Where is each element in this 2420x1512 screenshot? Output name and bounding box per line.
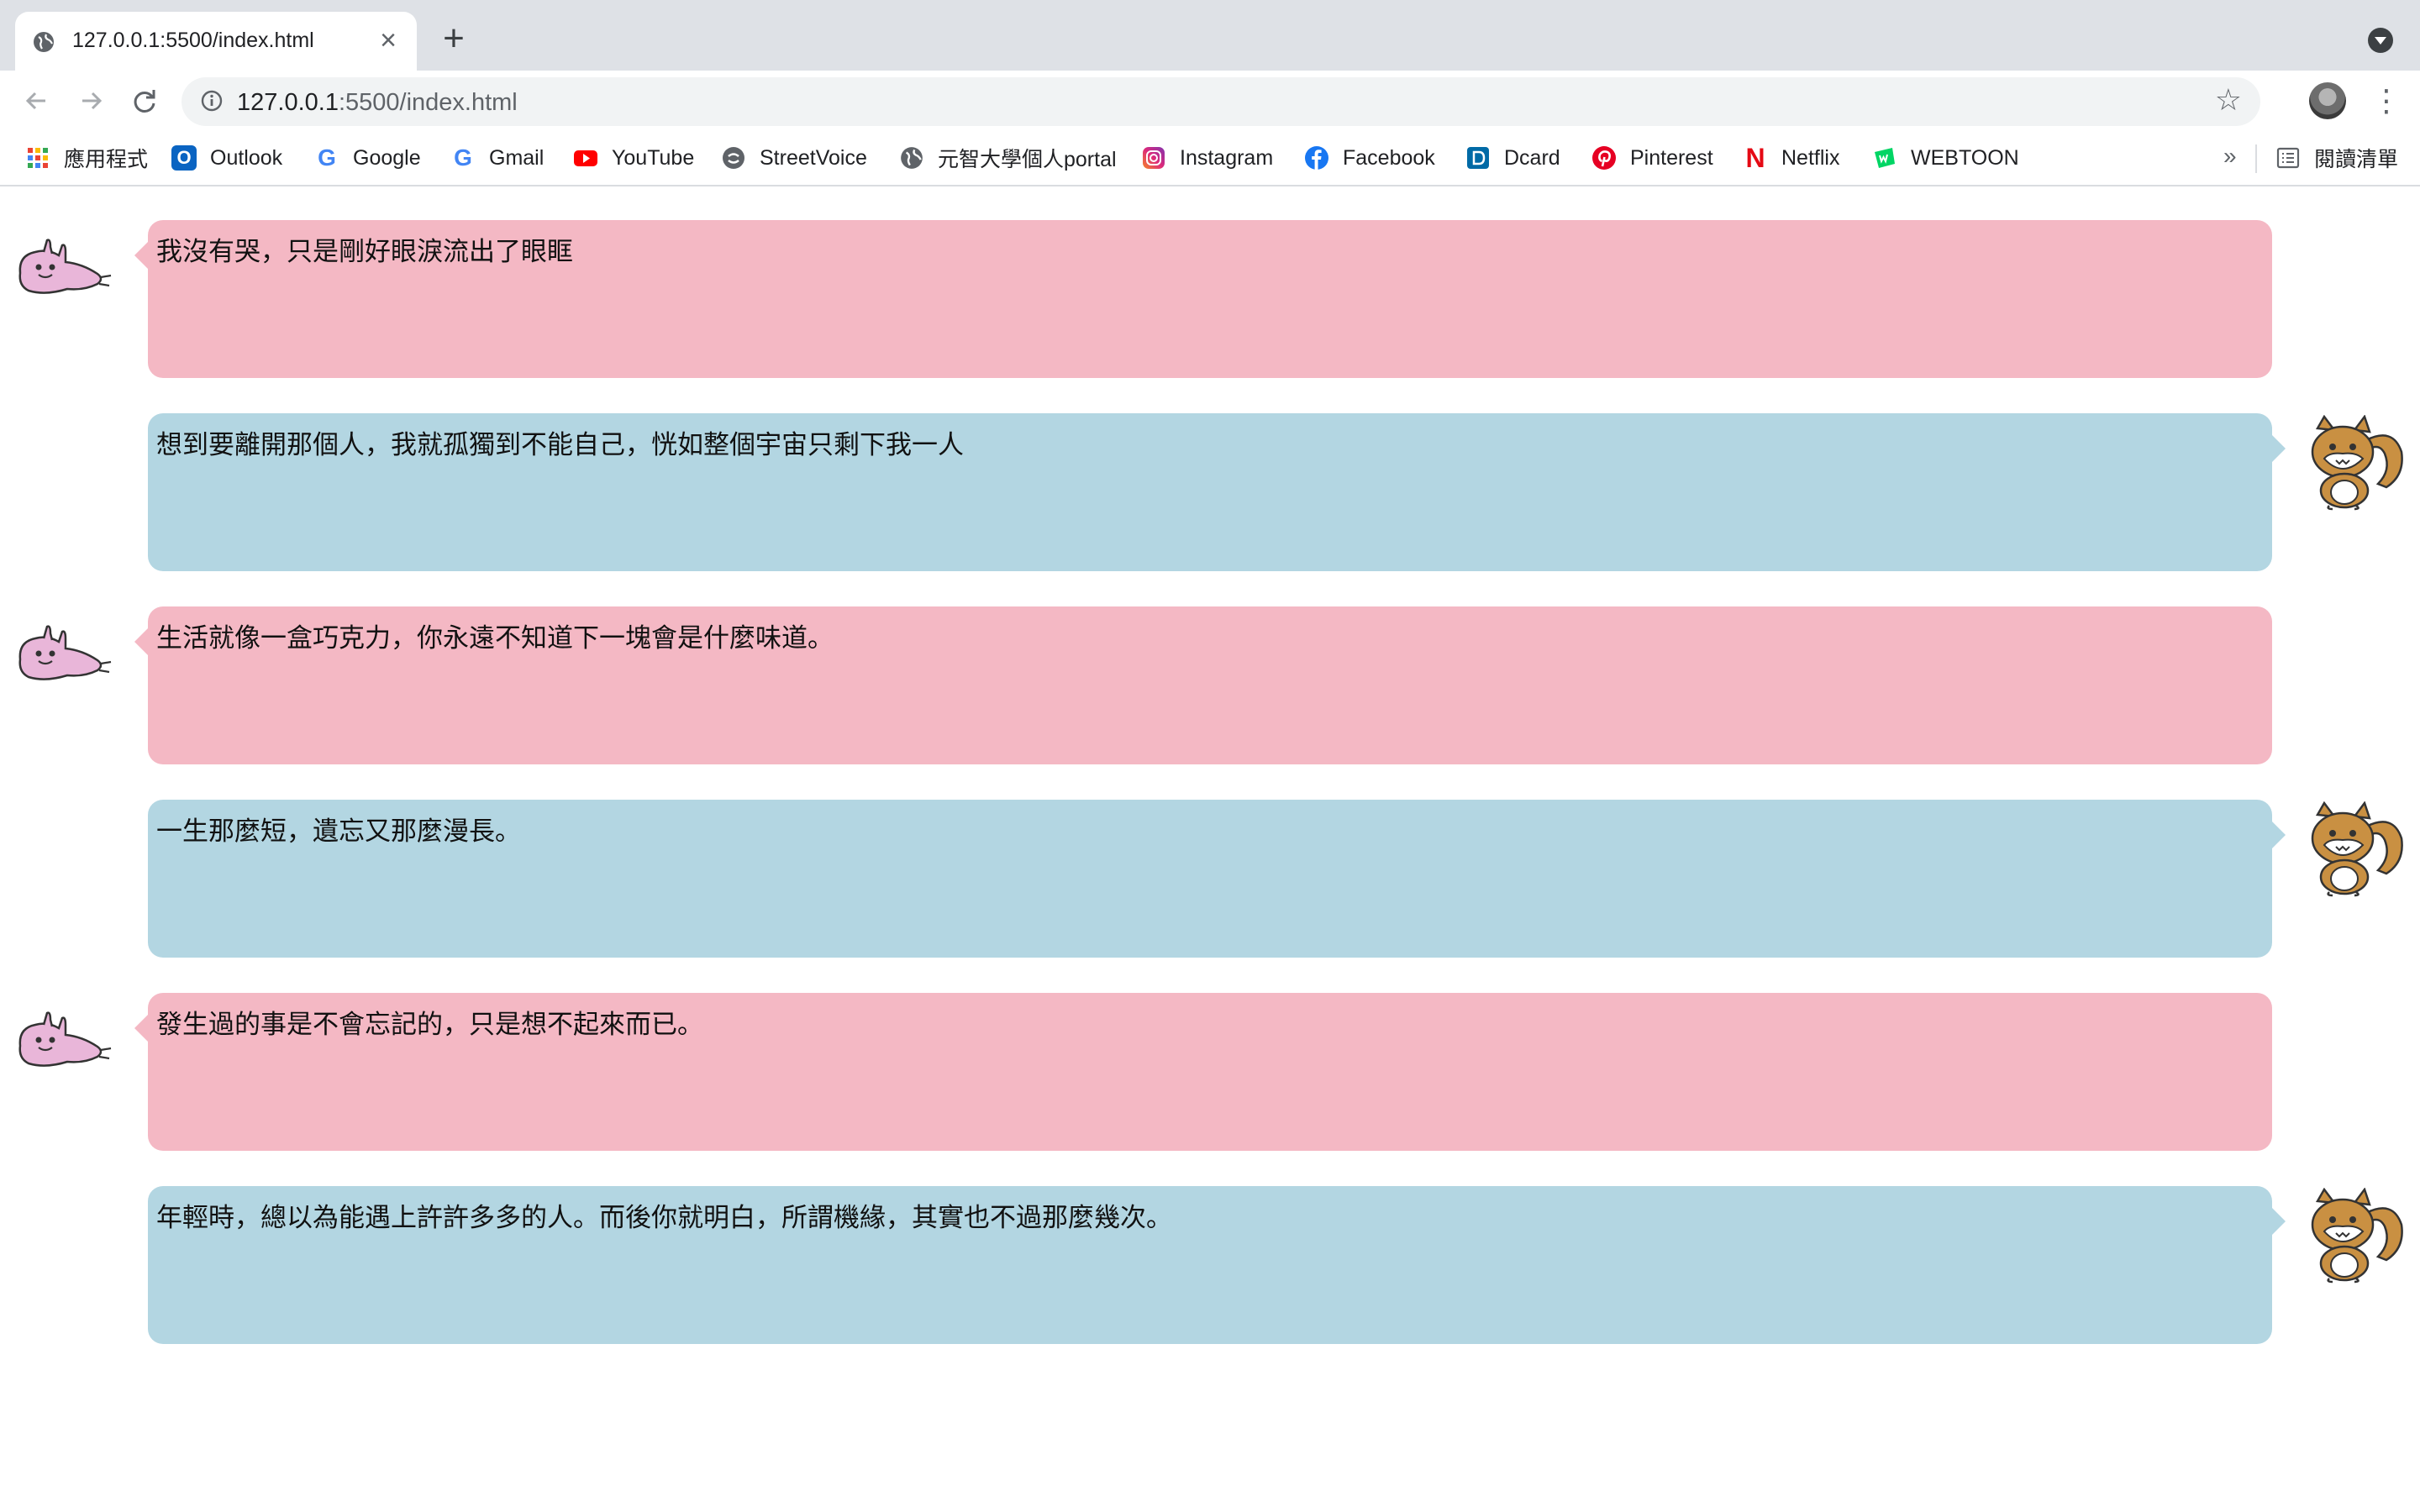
bookmark-webtoon[interactable]: WEBTOON: [1872, 139, 2019, 176]
bookmark-pinterest[interactable]: Pinterest: [1591, 139, 1713, 176]
reading-list-icon: [2276, 147, 2300, 169]
rabbit-avatar-icon: [18, 625, 112, 680]
pinterest-icon: [1592, 146, 1616, 170]
squirrel-avatar-icon: [2311, 801, 2403, 897]
bookmark-apps[interactable]: 應用程式: [25, 139, 148, 176]
bookmark-label: Netflix: [1781, 145, 1840, 170]
bookmark-label: Facebook: [1343, 145, 1435, 170]
bookmark-google[interactable]: G Google: [314, 139, 421, 176]
netflix-icon: N: [1745, 142, 1765, 173]
squirrel-avatar-icon: [2311, 415, 2403, 511]
google-icon: G: [318, 144, 336, 171]
bookmark-label: Pinterest: [1630, 145, 1713, 170]
info-icon[interactable]: [200, 89, 224, 113]
facebook-icon: [1305, 146, 1328, 170]
bookmark-label: WEBTOON: [1911, 145, 2019, 170]
globe-icon: [34, 32, 54, 52]
bookmark-outlook[interactable]: O Outlook: [171, 139, 282, 176]
menu-kebab-icon[interactable]: ⋮: [2371, 84, 2402, 118]
globe-icon: [901, 147, 923, 169]
squirrel-avatar-icon: [2311, 1188, 2403, 1284]
message-bubble: 我沒有哭，只是剛好眼淚流出了眼眶: [134, 220, 2272, 378]
message-text: 年輕時，總以為能遇上許許多多的人。而後你就明白，所謂機緣，其實也不過那麼幾次。: [156, 1203, 1172, 1232]
tab-search-icon[interactable]: [2368, 28, 2393, 53]
message-text: 想到要離開那個人，我就孤獨到不能自己，恍如整個宇宙只剩下我一人: [156, 430, 964, 459]
rabbit-avatar-icon: [18, 239, 112, 294]
dcard-icon: [1467, 147, 1489, 169]
youtube-icon: [574, 150, 597, 166]
message-bubble: 發生過的事是不會忘記的，只是想不起來而已。: [134, 993, 2272, 1151]
bookmark-netflix[interactable]: N Netflix: [1743, 139, 1839, 176]
tab-title: 127.0.0.1:5500/index.html: [72, 29, 314, 52]
url-text[interactable]: 127.0.0.1:5500/index.html: [237, 89, 518, 117]
close-tab-icon[interactable]: ×: [371, 24, 405, 57]
bookmark-label: 元智大學個人portal: [938, 148, 1117, 171]
streetvoice-icon: [723, 147, 744, 169]
back-arrow-icon[interactable]: [18, 82, 55, 119]
reload-icon[interactable]: [126, 82, 163, 119]
instagram-icon: [1143, 147, 1165, 169]
message-bubble: 一生那麼短，遺忘又那麼漫長。: [148, 800, 2286, 958]
url-host: 127.0.0.1: [237, 89, 339, 116]
bookmarks-overflow-button[interactable]: »: [2223, 143, 2237, 170]
new-tab-button[interactable]: +: [437, 20, 471, 57]
profile-avatar[interactable]: [2309, 82, 2346, 119]
bookmark-yzu-portal[interactable]: 元智大學個人portal: [899, 139, 1117, 176]
message-text: 生活就像一盒巧克力，你永遠不知道下一塊會是什麼味道。: [156, 623, 834, 653]
message-bubble: 年輕時，總以為能遇上許許多多的人。而後你就明白，所謂機緣，其實也不過那麼幾次。: [148, 1186, 2286, 1344]
message-bubble: 生活就像一盒巧克力，你永遠不知道下一塊會是什麼味道。: [134, 606, 2272, 764]
reading-list-button[interactable]: 閱讀清單: [2275, 139, 2398, 176]
bookmarks-bar: 應用程式 O Outlook G Google G Gmail YouTube …: [0, 131, 2420, 186]
bookmark-facebook[interactable]: Facebook: [1304, 139, 1435, 176]
url-path: :5500/index.html: [338, 89, 518, 116]
bookmark-label: Dcard: [1504, 145, 1560, 170]
rabbit-avatar-icon: [18, 1011, 112, 1067]
bookmark-label: YouTube: [612, 145, 695, 170]
forward-arrow-icon[interactable]: [72, 82, 109, 119]
bookmark-label: Google: [353, 145, 421, 170]
google-icon: G: [454, 144, 472, 171]
webtoon-icon: [1875, 148, 1895, 168]
bookmark-dcard[interactable]: Dcard: [1465, 139, 1560, 176]
message-text: 一生那麼短，遺忘又那麼漫長。: [156, 816, 521, 846]
bookmark-label: StreetVoice: [760, 145, 867, 170]
message-text: 發生過的事是不會忘記的，只是想不起來而已。: [156, 1010, 703, 1039]
bookmark-star-icon[interactable]: ☆: [2215, 82, 2242, 118]
message-text: 我沒有哭，只是剛好眼淚流出了眼眶: [156, 237, 573, 266]
bookmark-label: Gmail: [489, 145, 544, 170]
message-bubble: 想到要離開那個人，我就孤獨到不能自己，恍如整個宇宙只剩下我一人: [148, 413, 2286, 571]
bookmark-label: 應用程式: [64, 148, 149, 171]
bookmark-label: Outlook: [210, 145, 283, 170]
bookmark-label: Instagram: [1180, 145, 1274, 170]
browser-tab[interactable]: 127.0.0.1:5500/index.html ×: [15, 12, 417, 71]
apps-grid-icon: [28, 148, 48, 168]
bookmark-youtube[interactable]: YouTube: [573, 139, 694, 176]
bookmark-streetvoice[interactable]: StreetVoice: [721, 139, 867, 176]
tab-strip: 127.0.0.1:5500/index.html × +: [0, 0, 2420, 71]
bookmark-instagram[interactable]: Instagram: [1141, 139, 1273, 176]
bookmarks-divider: [2255, 144, 2257, 173]
browser-toolbar: 127.0.0.1:5500/index.html ☆ ⋮: [0, 71, 2420, 131]
outlook-icon: O: [171, 145, 197, 171]
bookmark-gmail[interactable]: G Gmail: [450, 139, 544, 176]
reading-list-label: 閱讀清單: [2314, 148, 2399, 171]
address-bar[interactable]: 127.0.0.1:5500/index.html ☆: [182, 77, 2260, 126]
